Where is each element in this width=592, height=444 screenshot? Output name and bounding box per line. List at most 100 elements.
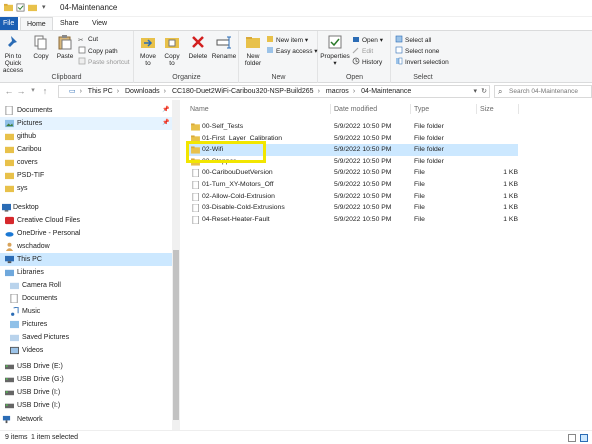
properties-button[interactable]: Properties ▾ <box>319 34 351 67</box>
breadcrumb-build-folder[interactable]: CC180-Duet2WiFi-Caribou320-NSP-Build265 <box>172 88 314 95</box>
edit-button[interactable]: Edit <box>352 46 373 56</box>
nav-item-libraries[interactable]: Libraries <box>0 266 172 279</box>
nav-item-documents-pinned[interactable]: Documents 📌 <box>0 104 172 117</box>
column-separator[interactable] <box>476 104 477 114</box>
properties-icon[interactable] <box>16 3 25 12</box>
nav-item-usb-e[interactable]: USB Drive (E:) <box>0 360 172 373</box>
column-header-size[interactable]: Size <box>480 106 494 113</box>
column-header-name[interactable]: Name <box>190 106 209 113</box>
nav-scrollbar-thumb[interactable] <box>173 250 179 420</box>
edit-icon <box>352 47 359 54</box>
column-header-date[interactable]: Date modified <box>334 106 377 113</box>
column-separator[interactable] <box>410 104 411 114</box>
rename-button[interactable]: Rename <box>211 34 237 60</box>
nav-item-music[interactable]: Music <box>0 305 172 318</box>
invert-selection-button[interactable]: Invert selection <box>395 57 449 67</box>
tab-home[interactable]: Home <box>20 17 53 30</box>
cut-button[interactable]: ✂ Cut <box>78 35 98 45</box>
ribbon-tabs: File Home Share View <box>0 17 592 30</box>
paste-button[interactable]: Paste <box>54 34 76 60</box>
nav-item-network[interactable]: Network <box>0 413 172 426</box>
file-date-modified: 5/9/2022 10:50 PM <box>334 215 392 223</box>
large-icons-view-icon[interactable] <box>580 434 588 442</box>
move-to-button[interactable]: Move to <box>137 34 159 67</box>
file-row[interactable]: 00-Self_Tests 5/9/2022 10:50 PM File folde… <box>186 121 518 133</box>
search-input[interactable]: Search 04-Maintenance <box>509 88 578 95</box>
nav-item-this-pc[interactable]: This PC <box>0 253 172 266</box>
up-icon[interactable]: ↑ <box>40 86 50 96</box>
pin-icon[interactable]: 📌 <box>162 117 169 130</box>
new-folder-button[interactable]: New folder <box>242 34 264 67</box>
documents-icon <box>10 294 18 303</box>
history-button[interactable]: History <box>352 57 382 67</box>
nav-item-videos[interactable]: Videos <box>0 344 172 357</box>
select-all-icon <box>395 35 403 43</box>
breadcrumb-current[interactable]: 04-Maintenance <box>361 88 411 95</box>
nav-item-psd-tif[interactable]: PSD-TIF <box>0 169 172 182</box>
refresh-icon[interactable]: ↻ <box>481 87 487 95</box>
nav-item-sys[interactable]: sys <box>0 182 172 195</box>
breadcrumb-downloads[interactable]: Downloads <box>125 88 160 95</box>
address-dropdown-icon[interactable]: ▾ <box>473 87 477 95</box>
ribbon: Pin to Quick access Copy Paste ✂ Cut Copy… <box>0 30 592 83</box>
paste-shortcut-button[interactable]: Paste shortcut <box>78 57 130 67</box>
file-row[interactable]: 04-Reset-Heater-Fault 5/9/2022 10:50 PM Fi… <box>186 214 518 226</box>
nav-item-onedrive[interactable]: OneDrive - Personal <box>0 227 172 240</box>
nav-item-library-documents[interactable]: Documents <box>0 292 172 305</box>
tab-view[interactable]: View <box>86 17 113 30</box>
tab-file[interactable]: File <box>0 17 18 30</box>
open-group-label: Open <box>345 74 364 81</box>
nav-item-user[interactable]: wschadow <box>0 240 172 253</box>
quick-access-dropdown-icon[interactable]: ▾ <box>42 3 51 12</box>
tab-share[interactable]: Share <box>54 17 85 30</box>
nav-item-camera-roll[interactable]: Camera Roll <box>0 279 172 292</box>
paste-shortcut-icon <box>78 57 86 65</box>
new-folder-icon[interactable] <box>28 3 37 12</box>
nav-item-caribou[interactable]: Caribou <box>0 143 172 156</box>
nav-item-saved-pictures[interactable]: Saved Pictures <box>0 331 172 344</box>
select-all-button[interactable]: Select all <box>395 35 431 45</box>
nav-item-library-pictures[interactable]: Pictures <box>0 318 172 331</box>
file-row[interactable]: 03-Disable-Cold-Extrusions 5/9/2022 10:50… <box>186 202 518 214</box>
nav-item-pictures-pinned[interactable]: Pictures 📌 <box>0 117 172 130</box>
select-none-button[interactable]: Select none <box>395 46 439 56</box>
delete-button[interactable]: Delete <box>187 34 209 60</box>
file-row[interactable]: 01-Turn_XY-Motors_Off 5/9/2022 10:50 PM Fi… <box>186 179 518 191</box>
nav-item-usb-i[interactable]: USB Drive (I:) <box>0 386 172 399</box>
recent-locations-icon[interactable]: ▾ <box>28 86 38 96</box>
file-type: File folder <box>414 146 444 154</box>
move-to-icon <box>141 38 155 48</box>
pin-to-quick-access-button[interactable]: Pin to Quick access <box>0 34 26 74</box>
pin-icon[interactable]: 📌 <box>162 104 169 117</box>
forward-icon[interactable]: → <box>16 86 26 96</box>
column-header-type[interactable]: Type <box>414 106 429 113</box>
file-row[interactable]: 02-Allow-Cold-Extrusion 5/9/2022 10:50 PM… <box>186 191 518 203</box>
column-separator[interactable] <box>518 104 519 114</box>
back-icon[interactable]: ← <box>4 86 14 96</box>
column-separator[interactable] <box>330 104 331 114</box>
file-row[interactable]: 00-CaribouDuetVersion 5/9/2022 10:50 PM Fi… <box>186 167 518 179</box>
details-view-icon[interactable] <box>568 434 576 442</box>
clipboard-group-label: Clipboard <box>51 74 82 81</box>
file-date-modified: 5/9/2022 10:50 PM <box>334 157 392 165</box>
nav-item-usb-i-2[interactable]: USB Drive (I:) <box>0 399 172 412</box>
nav-item-github[interactable]: github <box>0 130 172 143</box>
breadcrumb-macros[interactable]: macros <box>326 88 349 95</box>
easy-access-button[interactable]: Easy access ▾ <box>266 46 318 56</box>
nav-item-desktop[interactable]: Desktop <box>0 201 172 214</box>
nav-item-usb-g[interactable]: USB Drive (G:) <box>0 373 172 386</box>
open-button[interactable]: Open ▾ <box>352 35 383 45</box>
copy-path-button[interactable]: Copy path <box>78 46 118 56</box>
nav-item-creative-cloud-files[interactable]: Creative Cloud Files <box>0 214 172 227</box>
new-item-button[interactable]: New item ▾ <box>266 35 308 45</box>
copy-to-button[interactable]: Copy to <box>161 34 183 67</box>
nav-scrollbar[interactable] <box>172 100 180 430</box>
search-box[interactable]: ⌕ Search 04-Maintenance <box>494 85 592 98</box>
address-bar[interactable]: ▭ › This PC › Downloads › CC180-Duet2WiFi-C… <box>58 85 490 98</box>
copy-button[interactable]: Copy <box>30 34 52 60</box>
nav-item-covers[interactable]: covers <box>0 156 172 169</box>
file-type: File <box>414 204 425 212</box>
pictures-icon <box>10 320 19 329</box>
file-name: 02-Allow-Cold-Extrusion <box>202 192 275 200</box>
breadcrumb-this-pc[interactable]: This PC <box>88 88 113 95</box>
